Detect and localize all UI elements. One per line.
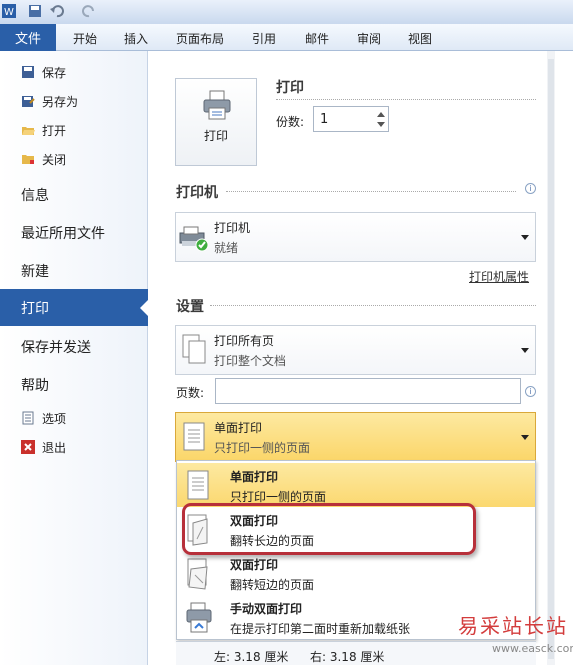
dropdown-arrow-icon <box>521 435 529 440</box>
sidebar-item-label: 保存 <box>42 65 67 80</box>
menu-item-desc: 翻转短边的页面 <box>230 578 315 592</box>
title-bar: W <box>0 0 573 24</box>
annotation-highlight-box <box>182 503 476 555</box>
copies-stepper[interactable]: 1 <box>313 106 389 132</box>
sidebar-item-label: 打开 <box>42 123 67 138</box>
svg-text:W: W <box>4 7 14 18</box>
menu-item-single-sided[interactable]: 单面打印 只打印一侧的页面 <box>177 463 535 507</box>
print-button-label: 打印 <box>203 129 228 143</box>
decrement-arrow-icon[interactable] <box>377 122 385 127</box>
print-button[interactable]: 打印 <box>175 78 257 166</box>
folder-open-icon <box>22 127 35 135</box>
menu-item-title: 手动双面打印 <box>230 602 303 616</box>
copies-label: 份数: <box>276 115 305 129</box>
right-margin: 右: 3.18 厘米 <box>310 650 385 664</box>
sidebar-item-exit[interactable]: 退出 <box>21 438 66 456</box>
left-margin: 左: 3.18 厘米 <box>214 650 289 664</box>
watermark-url: www.easck.com <box>492 642 573 655</box>
increment-arrow-icon[interactable] <box>377 112 385 117</box>
print-range-dropdown[interactable]: 打印所有页 打印整个文档 <box>175 325 536 375</box>
save-as-icon <box>22 96 35 107</box>
print-heading: 打印 <box>276 80 304 96</box>
printer-properties-link[interactable]: 打印机属性 <box>469 268 529 285</box>
manual-duplex-icon <box>186 602 212 633</box>
sidebar-item-label: 选项 <box>42 411 67 426</box>
tab-insert[interactable]: 插入 <box>124 30 148 47</box>
duplex-title: 单面打印 <box>214 421 263 435</box>
tab-references[interactable]: 引用 <box>252 30 276 47</box>
divider <box>210 305 536 306</box>
tab-view[interactable]: 视图 <box>408 30 432 47</box>
printer-name: 打印机 <box>214 221 251 235</box>
scrollbar[interactable] <box>547 51 555 665</box>
tab-mailings[interactable]: 邮件 <box>305 30 329 47</box>
exit-icon <box>21 440 35 454</box>
word-logo-icon: W <box>2 4 16 18</box>
printer-icon <box>203 90 231 120</box>
copies-value: 1 <box>320 112 329 127</box>
tab-home[interactable]: 开始 <box>73 30 97 47</box>
menu-item-desc: 在提示打印第二面时重新加载纸张 <box>230 622 411 636</box>
pages-label: 页数: <box>176 386 205 400</box>
printer-ready-icon <box>179 226 209 252</box>
save-icon <box>22 66 34 78</box>
settings-heading: 设置 <box>176 299 204 315</box>
duplex-short-edge-icon <box>187 558 208 590</box>
menu-item-duplex-short-edge[interactable]: 双面打印 翻转短边的页面 <box>177 551 535 595</box>
sidebar-item-label: 退出 <box>42 440 67 455</box>
printer-status: 就绪 <box>214 241 239 255</box>
watermark: 易采站长站 www.easck.com <box>452 608 573 665</box>
active-notch <box>140 299 149 317</box>
redo-icon[interactable] <box>82 4 96 18</box>
tab-page-layout[interactable]: 页面布局 <box>176 30 224 47</box>
pages-icon <box>182 334 206 364</box>
print-range-title: 打印所有页 <box>214 334 275 348</box>
sidebar-item-label: 打印 <box>21 301 49 317</box>
backstage-sidebar: 保存 另存为 打开 关闭 信息 最近所用文件 新建 打印 保存并发送 帮助 选项… <box>0 51 149 665</box>
dropdown-arrow-icon <box>521 348 529 353</box>
printer-heading: 打印机 <box>176 185 218 201</box>
sidebar-item-open[interactable]: 打开 <box>21 121 66 139</box>
menu-item-title: 双面打印 <box>230 558 279 572</box>
info-icon[interactable]: i <box>525 386 536 397</box>
menu-item-title: 单面打印 <box>230 470 279 484</box>
sidebar-item-info[interactable]: 信息 <box>21 185 49 205</box>
ribbon-tabs: 文件 开始 插入 页面布局 引用 邮件 审阅 视图 <box>0 24 573 51</box>
undo-icon[interactable] <box>50 4 64 18</box>
sidebar-item-save-as[interactable]: 另存为 <box>21 92 78 110</box>
single-sided-icon <box>183 422 205 451</box>
sidebar-item-recent[interactable]: 最近所用文件 <box>21 223 105 243</box>
sidebar-item-help[interactable]: 帮助 <box>21 375 49 395</box>
tab-file[interactable]: 文件 <box>0 24 56 51</box>
sidebar-item-options[interactable]: 选项 <box>21 409 66 427</box>
printer-dropdown[interactable]: 打印机 就绪 <box>175 212 536 262</box>
tab-review[interactable]: 审阅 <box>357 30 381 47</box>
folder-close-icon <box>22 155 34 164</box>
divider <box>226 191 516 192</box>
single-sided-icon <box>187 470 209 500</box>
duplex-desc: 只打印一侧的页面 <box>214 441 311 455</box>
dropdown-arrow-icon <box>521 235 529 240</box>
sidebar-item-label: 另存为 <box>42 94 79 109</box>
sidebar-item-save[interactable]: 保存 <box>21 63 66 81</box>
info-icon[interactable]: i <box>525 183 536 194</box>
duplex-dropdown[interactable]: 单面打印 只打印一侧的页面 <box>175 412 536 462</box>
sidebar-item-label: 关闭 <box>42 152 67 167</box>
watermark-title: 易采站长站 <box>458 614 568 638</box>
save-icon[interactable] <box>28 4 42 18</box>
sidebar-item-print[interactable]: 打印 <box>0 289 149 326</box>
divider <box>276 99 536 100</box>
pages-input[interactable] <box>215 378 521 404</box>
sidebar-item-close[interactable]: 关闭 <box>21 150 66 168</box>
options-icon <box>22 411 34 425</box>
print-range-desc: 打印整个文档 <box>214 354 287 368</box>
sidebar-item-save-send[interactable]: 保存并发送 <box>21 337 91 357</box>
sidebar-item-new[interactable]: 新建 <box>21 261 49 281</box>
